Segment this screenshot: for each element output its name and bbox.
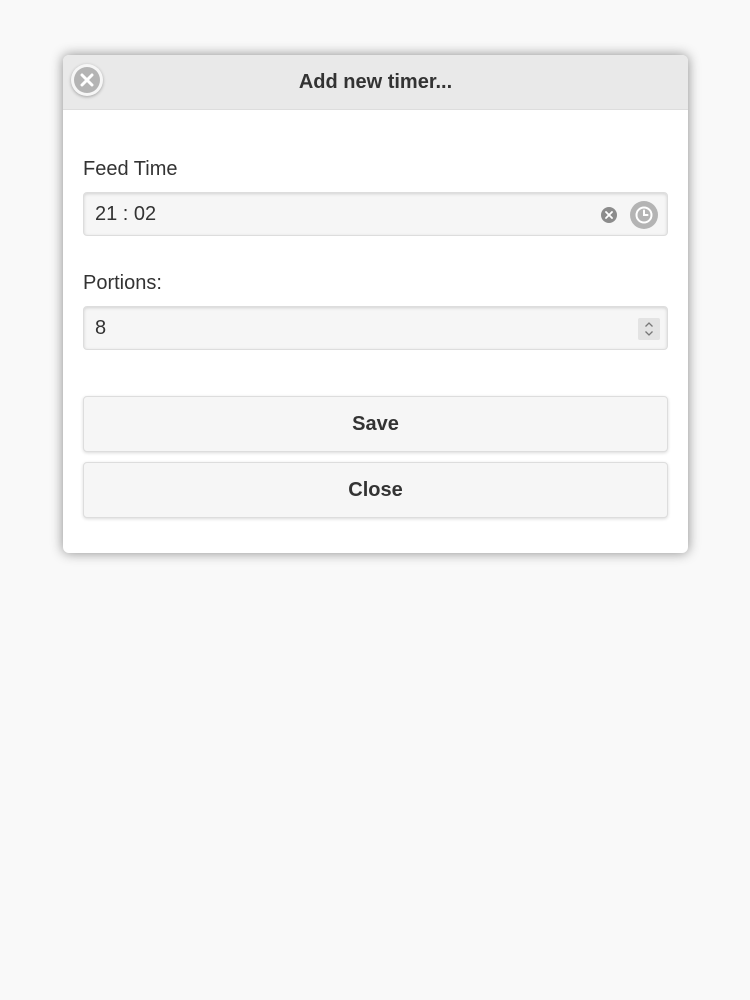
feed-time-label: Feed Time	[83, 158, 178, 180]
portions-value[interactable]: 8	[84, 317, 667, 340]
dialog-close-icon[interactable]	[71, 64, 103, 96]
save-button[interactable]: Save	[83, 396, 668, 452]
dialog-header: Add new timer...	[63, 55, 688, 110]
dialog-content: Feed Time 21 : 02 Portions: 8 Save Close	[63, 158, 688, 518]
portions-input[interactable]: 8	[83, 306, 668, 350]
feed-time-value[interactable]: 21 : 02	[84, 203, 667, 226]
add-timer-dialog: Add new timer... Feed Time 21 : 02 Porti…	[63, 55, 688, 553]
clock-icon[interactable]	[630, 201, 658, 229]
portions-label: Portions:	[83, 272, 162, 294]
dialog-title: Add new timer...	[298, 70, 453, 93]
close-circle-icon	[74, 67, 100, 93]
feed-time-input[interactable]: 21 : 02	[83, 192, 668, 236]
spinner-icon[interactable]	[638, 318, 660, 340]
clear-icon[interactable]	[601, 207, 617, 223]
close-button[interactable]: Close	[83, 462, 668, 518]
